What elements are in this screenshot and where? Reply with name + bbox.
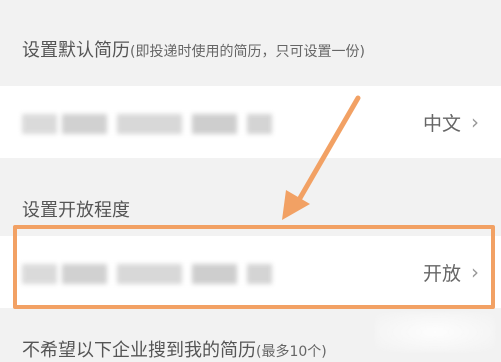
- block-companies-title: 不希望以下企业搜到我的简历: [22, 340, 256, 361]
- annotation-arrow: [282, 95, 361, 220]
- watermark-overlay: [375, 312, 495, 352]
- block-companies-note: (最多10个): [256, 344, 327, 360]
